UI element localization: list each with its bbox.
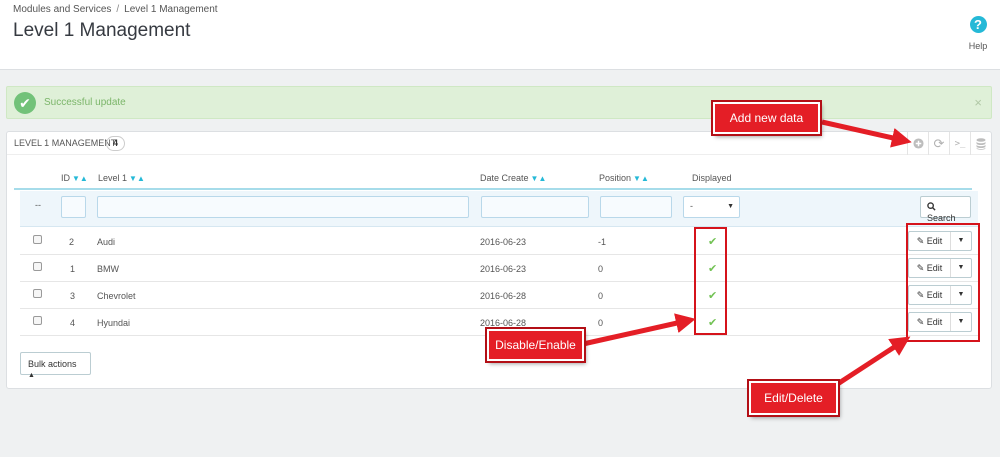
panel-heading: LEVEL 1 MANAGEMENT 4 ⟳ >_ [7,132,991,155]
column-id-label: ID [61,173,70,183]
alert-message: Successful update [44,97,126,108]
panel-toolbar: ⟳ >_ [907,132,991,155]
column-level1-label: Level 1 [98,173,128,183]
row-id: 4 [70,318,76,328]
column-position[interactable]: Position ▼▲ [599,173,649,183]
row-checkbox[interactable] [33,235,42,244]
column-date-label: Date Create [480,173,529,183]
caret-down-icon: ▼ [727,203,734,210]
row-id: 1 [70,264,76,274]
page-title: Level 1 Management [13,20,191,41]
row-id: 3 [70,291,76,301]
sort-arrows-icon[interactable]: ▼▲ [129,174,145,183]
row-date: 2016-06-23 [480,264,527,274]
table-row[interactable]: 2 Audi 2016-06-23 -1 ✔ ✎ Edit ▼ [20,228,978,255]
row-name: Audi [97,237,116,247]
row-checkbox[interactable] [33,262,42,271]
row-name: Chevrolet [97,291,136,301]
success-alert: ✔ Successful update × [6,86,992,119]
question-circle-icon[interactable]: ? [969,16,987,33]
filter-marker: -- [35,200,41,210]
filter-position-input[interactable] [600,196,672,218]
row-id: 2 [69,237,75,247]
database-icon[interactable] [970,132,991,155]
column-level1[interactable]: Level 1 ▼▲ [98,173,145,183]
sort-arrows-icon[interactable]: ▼▲ [72,174,88,183]
count-badge: 4 [106,136,125,151]
table-row[interactable]: 3 Chevrolet 2016-06-28 0 ✔ ✎ Edit ▼ [20,282,978,309]
search-button[interactable]: Search [920,196,971,223]
annotation-toggle: Disable/Enable [487,329,584,361]
row-position: 0 [598,291,604,301]
table-header: ID ▼▲ Level 1 ▼▲ Date Create ▼▲ Position ▼▲ … [14,172,972,190]
row-date: 2016-06-28 [480,318,527,328]
search-button-label: Search [927,213,956,223]
add-icon[interactable] [907,132,928,155]
column-position-label: Position [599,173,632,183]
row-date: 2016-06-23 [480,237,527,247]
refresh-icon[interactable]: ⟳ [928,132,949,155]
sort-arrows-icon[interactable]: ▼▲ [531,174,547,183]
caret-up-icon: ▲ [28,372,35,379]
filter-date-input[interactable] [481,196,589,218]
column-displayed: Displayed [692,173,732,183]
page-header: Modules and Services / Level 1 Management … [0,0,1000,70]
bulk-actions-label: Bulk actions [28,359,77,369]
sort-arrows-icon[interactable]: ▼▲ [633,174,649,183]
row-name: Hyundai [97,318,131,328]
filter-level1-input[interactable] [97,196,469,218]
sql-terminal-icon[interactable]: >_ [949,132,970,155]
filter-id-input[interactable] [61,196,86,218]
breadcrumb: Modules and Services / Level 1 Management [13,4,218,15]
annotation-edit-delete: Edit/Delete [749,381,838,415]
table-row[interactable]: 1 BMW 2016-06-23 0 ✔ ✎ Edit ▼ [20,255,978,282]
panel-title: LEVEL 1 MANAGEMENT [14,138,117,148]
search-icon [927,202,936,213]
row-position: 0 [598,264,604,274]
close-icon[interactable]: × [974,95,982,110]
help-label[interactable]: Help [966,41,990,51]
bulk-actions-button[interactable]: Bulk actions ▲ [20,352,91,379]
row-name: BMW [97,264,119,274]
row-date: 2016-06-28 [480,291,527,301]
breadcrumb-item: Level 1 Management [124,4,218,15]
row-position: -1 [598,237,607,247]
filter-row: -- - ▼ Search [20,191,978,227]
breadcrumb-item[interactable]: Modules and Services [13,4,111,15]
filter-displayed-value: - [690,201,693,211]
breadcrumb-separator: / [116,4,120,15]
annotation-add-new: Add new data [713,102,820,134]
row-checkbox[interactable] [33,289,42,298]
displayed-highlight-box [694,227,727,335]
row-checkbox[interactable] [33,316,42,325]
check-circle-icon: ✔ [14,92,36,114]
actions-highlight-box [906,223,980,342]
column-id[interactable]: ID ▼▲ [61,173,88,183]
filter-displayed-select[interactable]: - ▼ [683,196,740,218]
row-position: 0 [598,318,604,328]
help-button[interactable]: ? Help [966,16,990,51]
column-date-create[interactable]: Date Create ▼▲ [480,173,546,183]
